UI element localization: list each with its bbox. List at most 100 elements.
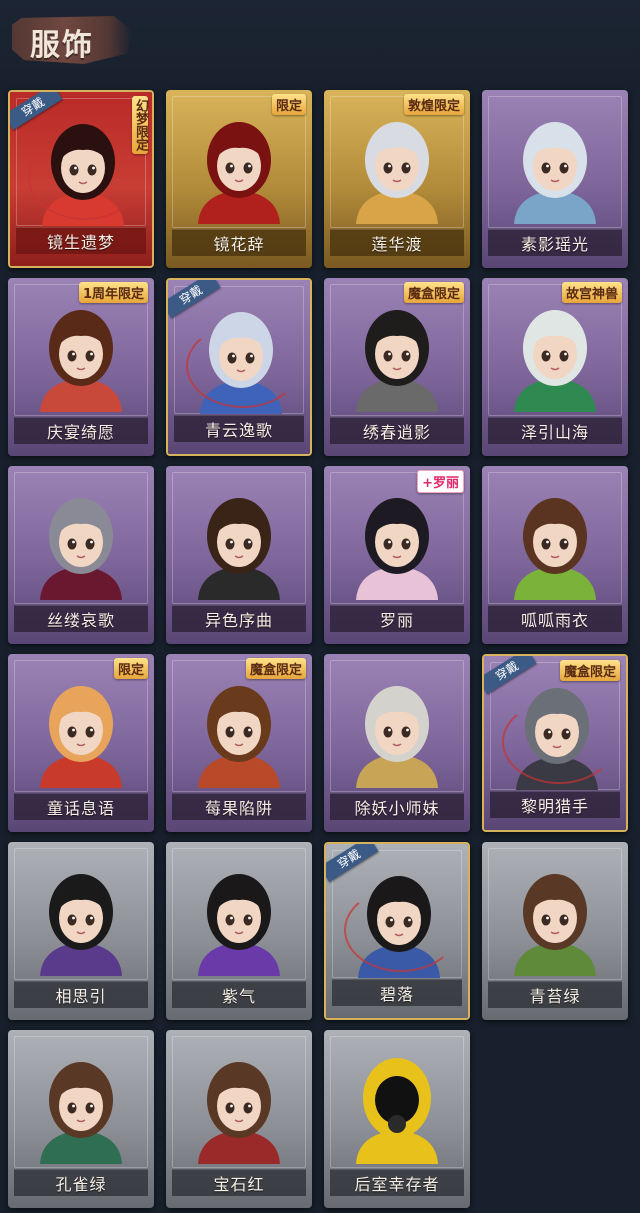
costume-card[interactable]: 呱呱雨衣: [482, 466, 628, 644]
costume-card[interactable]: 后室幸存者: [324, 1030, 470, 1208]
costume-card[interactable]: 魔盒限定绣春逍影: [324, 278, 470, 456]
red-hood-portrait: [198, 122, 280, 224]
girl-red-portrait: [198, 1062, 280, 1164]
card-label-bar: 丝缕哀歌: [14, 605, 148, 632]
costume-name: 泽引山海: [520, 423, 589, 442]
costume-card[interactable]: 紫气: [166, 842, 312, 1020]
costume-card[interactable]: 异色序曲: [166, 466, 312, 644]
card-label-bar: 素影瑶光: [488, 229, 622, 256]
costume-card[interactable]: 穿戴 碧落: [324, 842, 470, 1020]
costume-card[interactable]: 1周年限定庆宴绮愿: [8, 278, 154, 456]
braid-boy-purple-portrait: [198, 874, 280, 976]
costume-card[interactable]: 青苔绿: [482, 842, 628, 1020]
girl-teal-portrait: [40, 1062, 122, 1164]
cake-portrait: [40, 310, 122, 412]
costume-name: 绣春逍影: [362, 423, 431, 442]
costume-name: 黎明猎手: [520, 797, 589, 816]
card-label-bar: 异色序曲: [172, 605, 306, 632]
limited-tag: 限定: [113, 658, 148, 679]
costume-card[interactable]: 穿戴 魔盒限定 黎明猎手: [482, 654, 628, 832]
swordsman-portrait: [356, 310, 438, 412]
costume-grid: 穿戴 幻梦限定 镜生遗梦 限定 镜花辞 敦煌限定 莲华渡 素影瑶光 1周年限定 庆宴绮愿 穿戴 青云逸…: [0, 0, 640, 1213]
costume-name: 青云逸歌: [204, 421, 273, 440]
costume-card[interactable]: 限定童话息语: [8, 654, 154, 832]
costume-name: 碧落: [379, 985, 414, 1004]
costume-card[interactable]: 相思引: [8, 842, 154, 1020]
costume-name: 莲华渡: [371, 235, 423, 254]
limited-tag: 限定: [271, 94, 306, 115]
card-label-bar: 孔雀绿: [14, 1169, 148, 1196]
equipped-ring-decoration: [344, 888, 458, 972]
card-label-bar: 除妖小师妹: [330, 793, 464, 820]
frog-raincoat-portrait: [514, 498, 596, 600]
costume-card[interactable]: 孔雀绿: [8, 1030, 154, 1208]
limited-tag: 魔盒限定: [403, 282, 464, 303]
costume-name: 呱呱雨衣: [520, 611, 589, 630]
limited-tag: 故宫神兽: [561, 282, 622, 303]
costume-name: 莓果陷阱: [204, 799, 273, 818]
dunhuang-portrait: [356, 122, 438, 224]
costume-name: 宝石红: [213, 1175, 265, 1194]
costume-name: 镜生遗梦: [46, 233, 115, 252]
costume-card[interactable]: 限定镜花辞: [166, 90, 312, 268]
card-label-bar: 相思引: [14, 981, 148, 1008]
costume-name: 镜花辞: [213, 235, 265, 254]
card-label-bar: 青苔绿: [488, 981, 622, 1008]
card-label-bar: 泽引山海: [488, 417, 622, 444]
card-label-bar: 宝石红: [172, 1169, 306, 1196]
card-label-bar: 庆宴绮愿: [14, 417, 148, 444]
card-label-bar: 童话息语: [14, 793, 148, 820]
hazmat-portrait: [356, 1058, 438, 1164]
costume-name: 除妖小师妹: [354, 799, 440, 818]
card-label-bar: 青云逸歌: [174, 415, 304, 442]
card-label-bar: 呱呱雨衣: [488, 605, 622, 632]
limited-tag: 敦煌限定: [403, 94, 464, 115]
costume-card[interactable]: 穿戴 青云逸歌: [166, 278, 312, 456]
headdress-portrait: [40, 874, 122, 976]
limited-tag: 幻梦限定: [132, 96, 148, 154]
berry-portrait: [198, 686, 280, 788]
card-label-bar: 后室幸存者: [330, 1169, 464, 1196]
doll-portrait: [356, 498, 438, 600]
card-label-bar: 莓果陷阱: [172, 793, 306, 820]
equipped-ring-decoration: [28, 136, 142, 220]
card-label-bar: 绣春逍影: [330, 417, 464, 444]
costume-card[interactable]: 丝缕哀歌: [8, 466, 154, 644]
fairytale-portrait: [40, 686, 122, 788]
costume-name: 罗丽: [379, 611, 414, 630]
card-label-bar: 镜生遗梦: [16, 227, 146, 254]
card-label-bar: 紫气: [172, 981, 306, 1008]
costume-name: 丝缕哀歌: [46, 611, 115, 630]
limited-tag: 魔盒限定: [559, 660, 620, 681]
costume-name: 异色序曲: [204, 611, 273, 630]
limited-tag: +罗丽: [417, 470, 464, 493]
costume-card[interactable]: 宝石红: [166, 1030, 312, 1208]
costume-card[interactable]: 魔盒限定莓果陷阱: [166, 654, 312, 832]
card-label-bar: 碧落: [332, 979, 462, 1006]
costume-name: 童话息语: [46, 799, 115, 818]
girl-green-portrait: [514, 874, 596, 976]
limited-tag: 1周年限定: [78, 282, 148, 303]
card-label-bar: 镜花辞: [172, 229, 306, 256]
costume-card[interactable]: 穿戴 幻梦限定 镜生遗梦: [8, 90, 154, 268]
costume-name: 后室幸存者: [354, 1175, 440, 1194]
white-hair-portrait: [514, 122, 596, 224]
limited-tag: 魔盒限定: [245, 658, 306, 679]
costume-card[interactable]: 敦煌限定莲华渡: [324, 90, 470, 268]
costume-card[interactable]: 故宫神兽泽引山海: [482, 278, 628, 456]
costume-name: 紫气: [221, 987, 256, 1006]
top-hat-portrait: [198, 498, 280, 600]
costume-name: 青苔绿: [529, 987, 581, 1006]
costume-name: 相思引: [55, 987, 107, 1006]
equipped-ring-decoration: [186, 324, 300, 408]
costume-name: 庆宴绮愿: [46, 423, 115, 442]
card-label-bar: 罗丽: [330, 605, 464, 632]
costume-name: 孔雀绿: [55, 1175, 107, 1194]
card-label-bar: 黎明猎手: [490, 791, 620, 818]
costume-card[interactable]: 素影瑶光: [482, 90, 628, 268]
gothic-portrait: [40, 498, 122, 600]
costume-card[interactable]: 除妖小师妹: [324, 654, 470, 832]
costume-card[interactable]: +罗丽罗丽: [324, 466, 470, 644]
mythic-beast-portrait: [514, 310, 596, 412]
blindfold-portrait: [356, 686, 438, 788]
